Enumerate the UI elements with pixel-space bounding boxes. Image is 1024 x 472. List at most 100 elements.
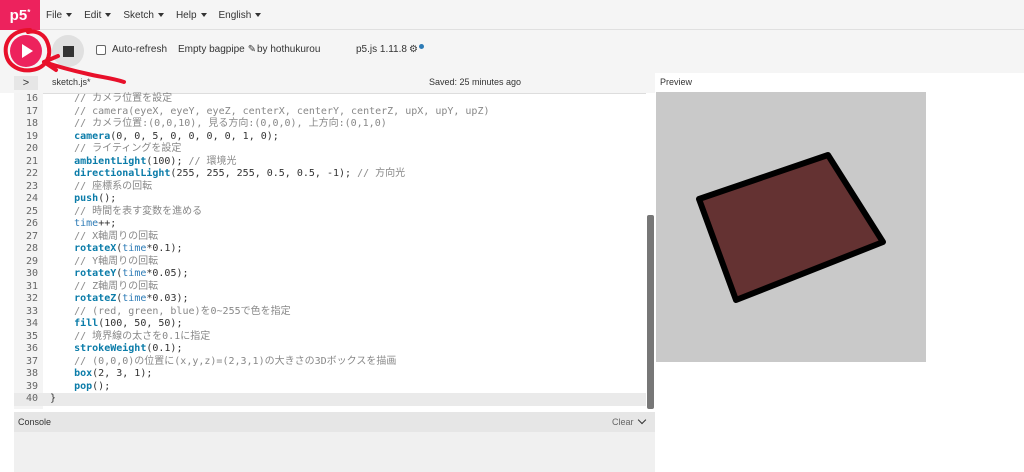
- menu-sketch[interactable]: Sketch: [123, 10, 164, 21]
- version-selector[interactable]: p5.js 1.11.8 ⚙: [356, 44, 424, 55]
- code-text: rotateZ(time*0.03);: [50, 293, 189, 306]
- preview-canvas: [696, 152, 886, 303]
- code-lines[interactable]: 16 // カメラ位置を設定 17 // camera(eyeX, eyeY, e…: [14, 93, 646, 406]
- code-token: push: [74, 193, 99, 204]
- menu-language-label: English: [218, 9, 252, 21]
- code-text: // 座標系の回転: [50, 181, 152, 194]
- code-line[interactable]: 36 strokeWeight(0.1);: [14, 343, 646, 356]
- line-number: 32: [25, 293, 38, 304]
- code-line[interactable]: 33 // (red, green, blue)を0~255で色を指定: [14, 306, 646, 319]
- line-number: 23: [25, 180, 38, 192]
- code-line[interactable]: 25 // 時間を表す変数を進める: [14, 206, 646, 219]
- code-text: // Z軸周りの回転: [50, 281, 158, 294]
- code-line[interactable]: 21 ambientLight(100); // 環境光: [14, 156, 646, 169]
- code-line[interactable]: 35 // 境界線の太さを0.1に指定: [14, 331, 646, 344]
- code-line[interactable]: 31 // Z軸周りの回転: [14, 281, 646, 294]
- code-token: camera: [74, 130, 111, 142]
- line-number: 40: [25, 393, 38, 404]
- stop-button[interactable]: [52, 35, 84, 67]
- file-tab[interactable]: sketch.js*: [52, 77, 91, 87]
- gear-icon[interactable]: ⚙: [409, 44, 418, 55]
- code-line[interactable]: 32 rotateZ(time*0.03);: [14, 293, 646, 306]
- saved-status: Saved: 25 minutes ago: [429, 77, 522, 87]
- code-token: fill: [74, 318, 99, 329]
- line-number: 31: [25, 280, 38, 292]
- sketch-author[interactable]: by hothukurou: [257, 44, 320, 55]
- sketch-preview[interactable]: [656, 92, 926, 362]
- preview-label: Preview: [660, 77, 693, 87]
- code-line[interactable]: 19 camera(0, 0, 5, 0, 0, 0, 0, 1, 0);: [14, 131, 646, 144]
- play-button[interactable]: [10, 35, 42, 67]
- code-token: // Y軸周りの回転: [50, 255, 159, 267]
- code-token: *0.03);: [146, 293, 189, 304]
- code-token: (2, 3, 1);: [92, 368, 153, 379]
- line-number: 34: [25, 318, 38, 329]
- sketch-name[interactable]: Empty bagpipe ✎: [178, 44, 256, 55]
- sidebar-expand-button[interactable]: >: [14, 76, 38, 90]
- auto-refresh-toggle[interactable]: Auto-refresh: [96, 44, 167, 55]
- menu-help[interactable]: Help: [176, 10, 207, 21]
- play-icon: [22, 44, 33, 58]
- code-line[interactable]: 39 pop();: [14, 381, 646, 394]
- pencil-icon[interactable]: ✎: [248, 44, 256, 55]
- code-token: rotateX: [74, 243, 117, 254]
- code-text: pop();: [50, 381, 110, 394]
- code-line[interactable]: 34 fill(100, 50, 50);: [14, 318, 646, 331]
- code-line[interactable]: 40}: [14, 393, 646, 406]
- code-token: (0.1);: [146, 343, 183, 354]
- p5-logo[interactable]: p5 *: [0, 0, 40, 30]
- code-line[interactable]: 27 // X軸周りの回転: [14, 231, 646, 244]
- code-token: time: [122, 243, 147, 254]
- code-token: directionalLight: [74, 168, 171, 179]
- code-line[interactable]: 30 rotateY(time*0.05);: [14, 268, 646, 281]
- line-number: 25: [25, 205, 38, 217]
- code-line[interactable]: 26 time++;: [14, 218, 646, 231]
- code-line[interactable]: 18 // カメラ位置:(0,0,10), 見る方向:(0,0,0), 上方向:…: [14, 118, 646, 131]
- code-line[interactable]: 38 box(2, 3, 1);: [14, 368, 646, 381]
- code-token: ++;: [98, 218, 117, 229]
- code-token: time: [122, 293, 147, 304]
- line-number: 37: [25, 355, 38, 367]
- line-number: 16: [25, 93, 38, 104]
- line-number: 26: [25, 218, 38, 229]
- code-token: // 座標系の回転: [50, 180, 153, 192]
- code-text: // 境界線の太さを0.1に指定: [50, 331, 210, 344]
- code-text: fill(100, 50, 50);: [50, 318, 182, 331]
- menu-edit-label: Edit: [84, 9, 102, 21]
- code-line[interactable]: 20 // ライティングを設定: [14, 143, 646, 156]
- menu-help-label: Help: [175, 9, 197, 21]
- caret-down-icon: [200, 13, 207, 17]
- auto-refresh-checkbox[interactable]: [96, 44, 106, 55]
- code-token: (100, 50, 50);: [98, 318, 183, 329]
- code-token: // Z軸周りの回転: [50, 280, 159, 292]
- code-token: // X軸周りの回転: [50, 230, 159, 242]
- menu-edit[interactable]: Edit: [84, 9, 112, 21]
- code-line[interactable]: 16 // カメラ位置を設定: [14, 93, 646, 106]
- code-line[interactable]: 37 // (0,0,0)の位置に(x,y,z)=(2,3,1)の大きさの3Dボ…: [14, 356, 646, 369]
- line-number: 38: [25, 368, 38, 379]
- console-clear-button[interactable]: Clear: [612, 415, 646, 427]
- menu-file[interactable]: File: [46, 10, 73, 21]
- editor-scrollbar-thumb[interactable]: [647, 215, 654, 409]
- code-line[interactable]: 23 // 座標系の回転: [14, 181, 646, 194]
- code-line[interactable]: 29 // Y軸周りの回転: [14, 256, 646, 269]
- code-token: // camera(eyeX, eyeY, eyeZ, centerX, cen…: [50, 105, 490, 117]
- code-token: // 方向光: [357, 168, 406, 179]
- code-token: // 境界線の太さを0.1に指定: [50, 330, 211, 342]
- code-text: // 時間を表す変数を進める: [50, 206, 202, 219]
- chevron-down-icon[interactable]: [637, 415, 646, 425]
- code-line[interactable]: 24 push();: [14, 193, 646, 206]
- menu-language[interactable]: English: [219, 10, 262, 21]
- console-header: [14, 412, 655, 432]
- code-token: *0.05);: [146, 268, 189, 279]
- code-line[interactable]: 17 // camera(eyeX, eyeY, eyeZ, centerX, …: [14, 106, 646, 119]
- code-token: strokeWeight: [74, 343, 147, 354]
- code-line[interactable]: 28 rotateX(time*0.1);: [14, 243, 646, 256]
- code-text: time++;: [50, 218, 116, 231]
- code-text: }: [50, 393, 56, 406]
- code-line[interactable]: 22 directionalLight(255, 255, 255, 0.5, …: [14, 168, 646, 181]
